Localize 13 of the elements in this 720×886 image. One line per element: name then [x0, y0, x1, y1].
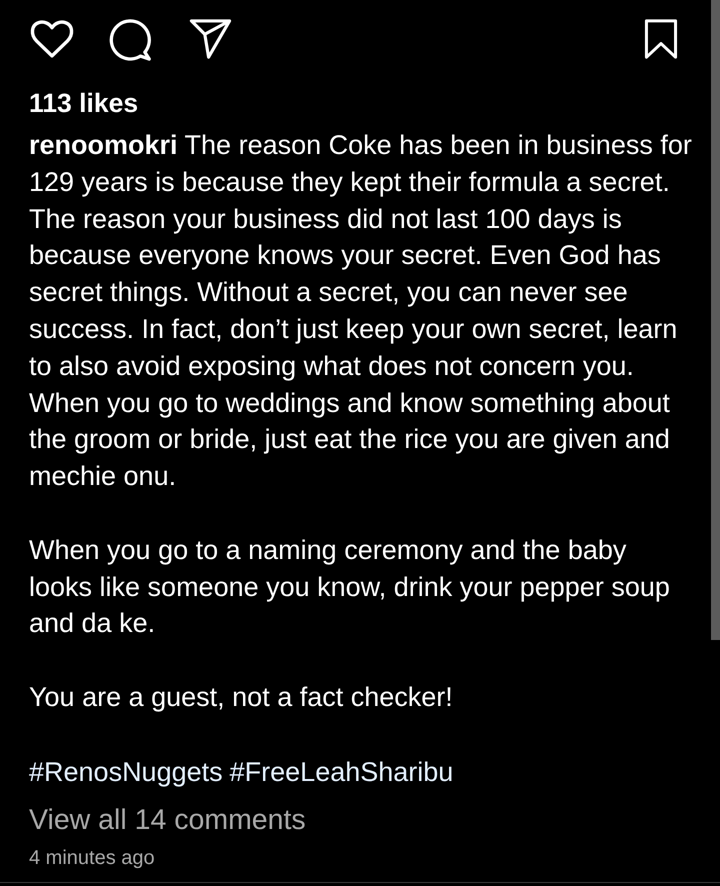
paper-plane-icon[interactable]: [189, 19, 232, 59]
comment-icon[interactable]: [109, 19, 152, 61]
caption-text: renoomokri The reason Coke has been in business for 129 years is because they kept their formula a secret. The reason your business did not last 100 days is because everyone knows your secret. Even God has secret things. Without a secret, you can never see success. In fact, don’t just keep your own secret, learn to also avoid exposing what does not concern you. When you go to weddings and know something about the groom or bride, just eat the rice you are given and mechie onu.: [29, 129, 693, 494]
heart-icon[interactable]: [30, 19, 74, 59]
likes-count[interactable]: 113 likes: [29, 85, 138, 121]
username-link[interactable]: renoomokri: [29, 130, 178, 160]
bookmark-icon[interactable]: [643, 19, 679, 59]
caption-paragraph: You are a guest, not a fact checker!: [29, 680, 454, 714]
post-timestamp: 4 minutes ago: [29, 846, 155, 871]
view-comments-link[interactable]: View all 14 comments: [29, 800, 306, 839]
hashtag-link[interactable]: #RenosNuggets: [29, 754, 223, 791]
caption-paragraph: When you go to a naming ceremony and the baby looks like someone you know, drink your pepper soup and da ke.: [29, 534, 671, 640]
hashtag-link[interactable]: #FreeLeahSharibu: [230, 754, 454, 791]
